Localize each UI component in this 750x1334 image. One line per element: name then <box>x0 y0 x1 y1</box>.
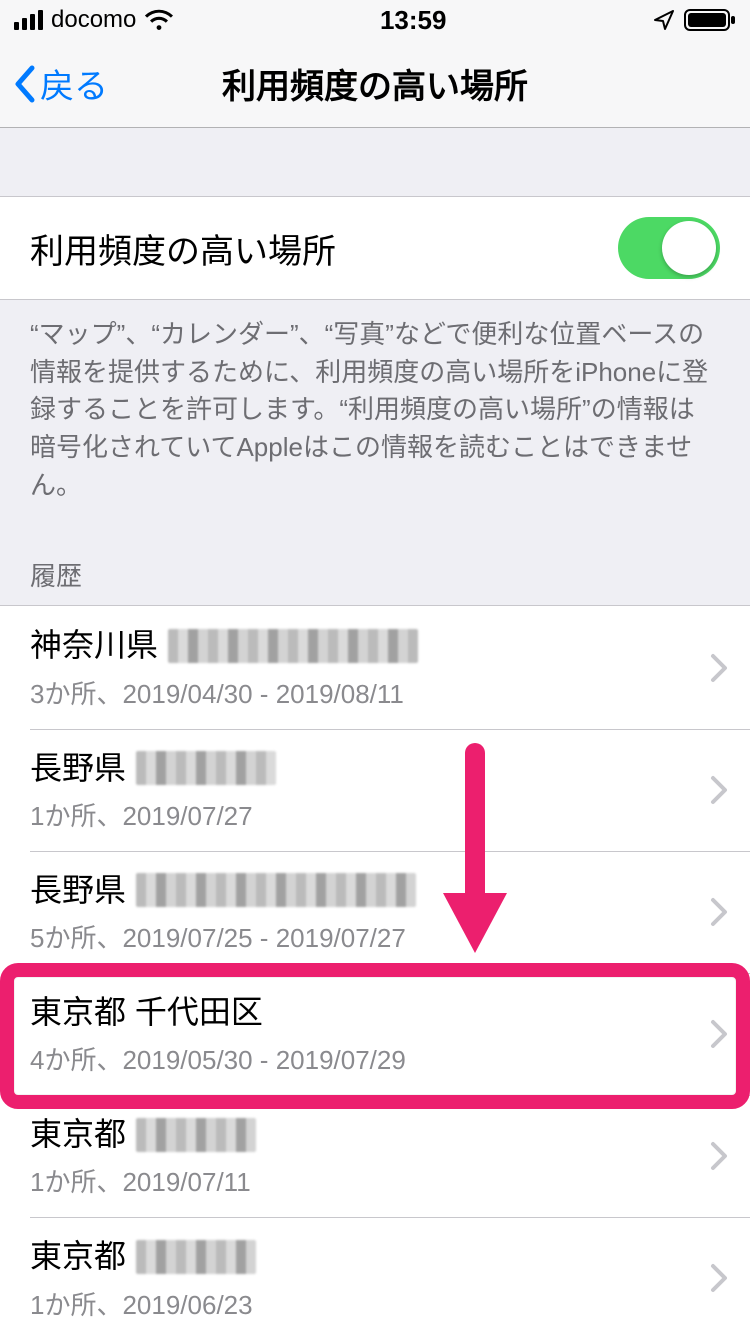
history-header: 履歴 <box>0 528 750 605</box>
history-item-subtitle: 4か所、2019/05/30 - 2019/07/29 <box>30 1040 688 1077</box>
status-left: docomo <box>14 6 174 34</box>
history-item-title: 東京都 <box>30 1113 688 1156</box>
section-spacer <box>0 128 750 196</box>
toggle-description: “マップ”、“カレンダー”、“写真”などで便利な位置ベースの情報を提供するために… <box>0 300 750 528</box>
history-item-subtitle: 1か所、2019/06/23 <box>30 1285 688 1322</box>
history-item-title: 長野県 <box>30 869 688 912</box>
status-time: 13:59 <box>380 5 447 36</box>
history-item-title: 神奈川県 <box>30 624 688 667</box>
history-item-subtitle: 1か所、2019/07/11 <box>30 1162 688 1199</box>
location-icon <box>652 8 676 32</box>
history-list: 神奈川県 3か所、2019/04/30 - 2019/08/11 長野県 1か所、20… <box>0 605 750 1334</box>
status-bar: docomo 13:59 <box>0 0 750 40</box>
history-item-subtitle: 1か所、2019/07/27 <box>30 796 688 833</box>
nav-bar: 戻る 利用頻度の高い場所 <box>0 40 750 128</box>
cellular-signal-icon <box>14 10 43 30</box>
history-item-title: 東京都 <box>30 1235 688 1278</box>
history-item-subtitle: 3か所、2019/04/30 - 2019/08/11 <box>30 674 688 711</box>
wifi-icon <box>144 9 174 31</box>
significant-locations-toggle-row: 利用頻度の高い場所 <box>0 197 750 299</box>
history-item-title-text: 長野県 <box>30 747 126 790</box>
chevron-right-icon <box>710 1141 728 1171</box>
significant-locations-toggle[interactable] <box>618 217 720 279</box>
chevron-right-icon <box>710 775 728 805</box>
chevron-right-icon <box>710 1019 728 1049</box>
redaction-icon <box>136 1118 256 1152</box>
history-item-title-text: 東京都 <box>30 1235 126 1278</box>
history-item-subtitle: 5か所、2019/07/25 - 2019/07/27 <box>30 918 688 955</box>
redaction-icon <box>168 629 418 663</box>
toggle-label: 利用頻度の高い場所 <box>30 224 618 273</box>
chevron-left-icon <box>12 64 36 104</box>
chevron-right-icon <box>710 1263 728 1293</box>
history-item[interactable]: 長野県 5か所、2019/07/25 - 2019/07/27 <box>0 851 750 973</box>
toggle-group: 利用頻度の高い場所 <box>0 196 750 300</box>
redaction-icon <box>136 1240 256 1274</box>
history-item-title-text: 長野県 <box>30 869 126 912</box>
redaction-icon <box>136 751 276 785</box>
battery-icon <box>684 8 736 32</box>
history-item[interactable]: 長野県 1か所、2019/07/27 <box>0 729 750 851</box>
back-button[interactable]: 戻る <box>0 59 108 108</box>
history-item-title-text: 東京都 千代田区 <box>30 991 263 1034</box>
back-label: 戻る <box>40 59 108 108</box>
history-item-title: 長野県 <box>30 747 688 790</box>
history-item-title-text: 神奈川県 <box>30 624 158 667</box>
nav-title: 利用頻度の高い場所 <box>0 59 750 108</box>
chevron-right-icon <box>710 653 728 683</box>
history-item-title: 東京都 千代田区 <box>30 991 688 1034</box>
history-item[interactable]: 東京都 1か所、2019/06/23 <box>0 1217 750 1334</box>
history-item-title-text: 東京都 <box>30 1113 126 1156</box>
chevron-right-icon <box>710 897 728 927</box>
history-item[interactable]: 東京都 千代田区 4か所、2019/05/30 - 2019/07/29 <box>0 973 750 1095</box>
redaction-icon <box>136 873 416 907</box>
history-item[interactable]: 神奈川県 3か所、2019/04/30 - 2019/08/11 <box>0 606 750 728</box>
carrier-label: docomo <box>51 6 136 34</box>
toggle-knob <box>662 221 716 275</box>
status-right <box>652 8 736 32</box>
history-item[interactable]: 東京都 1か所、2019/07/11 <box>0 1095 750 1217</box>
